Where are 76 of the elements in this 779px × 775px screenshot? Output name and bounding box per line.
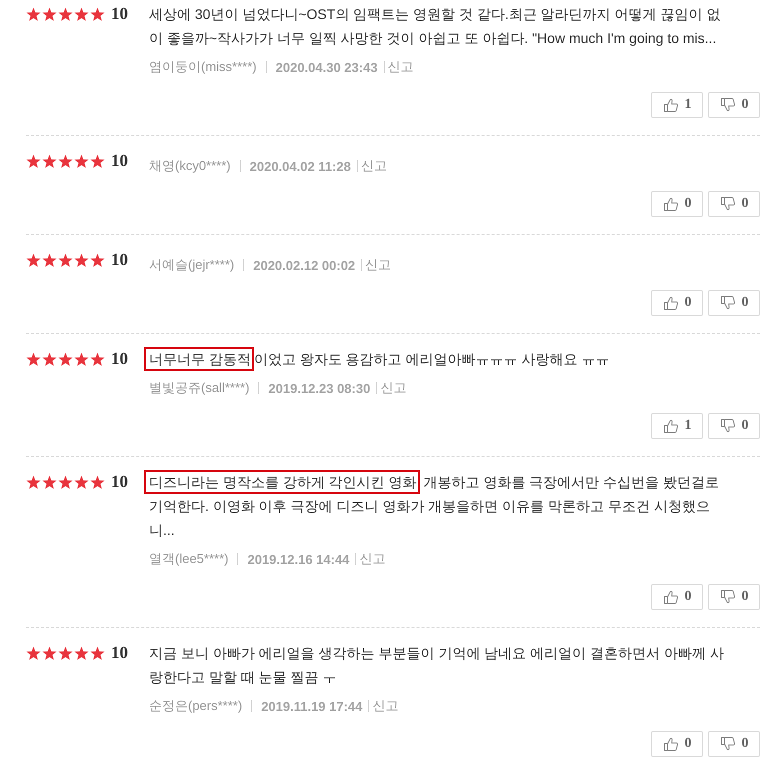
star-icon [74,252,89,268]
review-date: 2019.12.23 08:30 [268,380,370,396]
reviewer-name: 채영(kcy0****) [149,157,231,175]
star-icon [26,646,41,660]
reviewer-name: 염이둥이(miss****) [149,58,257,76]
reviewer-name: 순정은(pers****) [149,697,242,715]
star-icon [74,154,89,168]
star-icon [74,646,89,660]
like-button[interactable]: 0 [651,731,703,757]
like-button[interactable]: 0 [651,584,703,610]
dislike-button[interactable]: 0 [708,290,760,316]
review-date: 2020.02.12 00:02 [253,258,356,272]
star-icon [74,6,89,22]
star-icon [26,352,41,366]
star-icon [90,352,105,366]
rating-score: 10 [111,643,128,663]
star-icon [74,474,89,490]
thumbs-down-icon [720,418,736,434]
thumbs-up-icon [662,97,678,113]
reviewer-name: 별빛공쥬(sall****) [149,379,250,397]
thumbs-down-icon [720,589,736,605]
like-button[interactable]: 0 [651,290,703,316]
thumbs-up-icon [662,418,678,434]
rating-score: 10 [111,472,128,492]
star-icon [42,474,57,490]
thumbs-down-icon [720,196,736,212]
star-icon [58,6,73,22]
review-date: 2019.11.19 17:44 [261,698,362,714]
thumbs-up-icon [662,589,678,605]
star-icon [74,352,89,366]
like-button[interactable]: 1 [651,92,703,118]
rating-score: 10 [111,250,128,270]
star-icon [58,352,73,366]
star-icon [90,474,105,490]
dislike-button[interactable]: 0 [708,92,760,118]
star-icon [90,646,105,660]
star-icon [42,646,57,660]
star-icon [58,252,73,268]
review-date: 2019.12.16 14:44 [247,552,350,566]
star-icon [26,474,41,490]
star-icon [42,154,57,168]
reviewer-name: 서예슬(jejr****) [149,256,234,274]
rating-score: 10 [111,4,128,24]
thumbs-down-icon [720,295,736,311]
star-icon [26,252,41,268]
rating-score: 10 [111,151,128,171]
star-icon [42,352,57,366]
like-button[interactable]: 0 [651,191,703,217]
star-icon [58,154,73,168]
star-icon [58,646,73,660]
thumbs-down-icon [720,736,736,752]
reviewer-name: 열객(lee5****) [149,550,228,568]
star-icon [42,252,57,268]
star-icon [58,474,73,490]
star-icon [90,154,105,168]
review-date: 2020.04.02 11:28 [250,158,351,174]
review-text: 세상에 30년이 넘었다니~OST의 임팩트는 영원할 것 같다.최근 알라딘까지 어떻게 끊임이 없이 좋을까~작사가가 너무 일찍 사망한 것이 아쉽고 또 아쉽다. "How much I'm going to mis... [148,5,722,48]
review-text: 디즈니라는 명작소를 강하게 각인시킨 영화 개봉하고 영화를 극장에서만 수십번을 봤던걸로 기억한다. 이영화 이후 극장에 디즈니 영화가 개봉을하면 이유를 막론하고 무조건 시청했으니... [143,470,760,542]
review-text: 너무너무 감동적 이었고 왕자도 용감하고 에리얼아빠ㅠㅠㅠ 사랑해요 ㅠㅠ [143,347,760,371]
star-icon [26,6,41,22]
thumbs-up-icon [662,295,678,311]
thumbs-up-icon [662,736,678,752]
dislike-button[interactable]: 0 [708,584,760,610]
dislike-button[interactable]: 0 [708,731,760,757]
thumbs-up-icon [662,196,678,212]
rating-score: 10 [111,349,128,369]
review-text: 지금 보니 아빠가 에리얼을 생각하는 부분들이 기억에 남네요 에리얼이 결혼하면서 아빠께 사랑한다고 말할 때 눈물 찔끔 ㅜ [148,644,725,687]
thumbs-down-icon [720,97,736,113]
star-icon [26,154,41,168]
star-icon [90,6,105,22]
dislike-button[interactable]: 0 [708,191,760,217]
dislike-button[interactable]: 0 [708,413,760,439]
star-icon [90,252,105,268]
star-icon [42,6,57,22]
like-button[interactable]: 1 [651,413,703,439]
review-date: 2020.04.30 23:43 [276,60,378,74]
